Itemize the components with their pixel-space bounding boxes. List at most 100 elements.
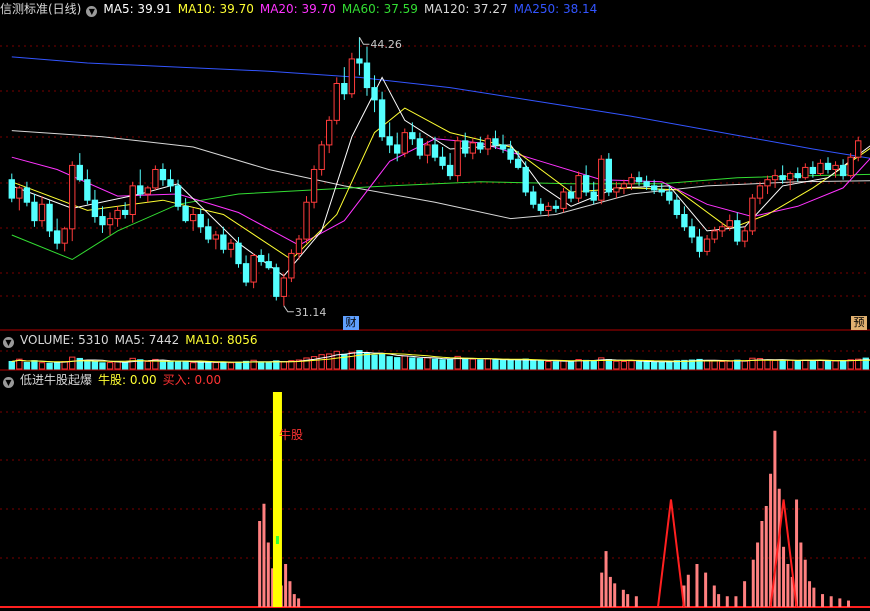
volume-bar	[832, 360, 839, 370]
volume-bar	[227, 362, 235, 370]
indicator-header: ▼ 低进牛股起爆 牛股: 0.00 买入: 0.00	[0, 371, 233, 389]
candle	[341, 83, 348, 95]
volume-bar	[839, 360, 847, 370]
candle	[106, 218, 114, 226]
candle	[499, 144, 507, 150]
volume-bar	[787, 359, 794, 370]
candle	[673, 199, 681, 216]
candle	[250, 254, 257, 283]
candle	[431, 144, 439, 158]
candle	[832, 164, 839, 170]
volume-bar	[280, 361, 288, 370]
chevron-down-icon[interactable]: ▼	[3, 377, 14, 388]
volume-bar	[159, 360, 167, 370]
candle	[477, 142, 484, 150]
legend-ma10: MA10: 39.70	[177, 2, 254, 16]
volume-bar	[545, 360, 552, 370]
candle	[129, 185, 136, 216]
candle	[484, 138, 492, 150]
volume-bar	[129, 357, 136, 370]
volume-bar	[794, 360, 801, 370]
volume-bar	[514, 360, 522, 370]
ma-legend: MA5: 39.91 MA10: 39.70 MA20: 39.70 MA60: 37…	[103, 2, 603, 16]
candle	[378, 99, 386, 138]
candle	[855, 140, 862, 158]
volume-bar	[507, 359, 514, 370]
candle	[46, 203, 53, 232]
candle	[514, 158, 522, 168]
candle	[363, 62, 371, 89]
candle	[492, 138, 499, 146]
candle	[394, 144, 401, 154]
candle	[658, 189, 665, 193]
candle	[567, 191, 575, 199]
candle	[144, 187, 151, 195]
legend-ma60: MA60: 37.59	[341, 2, 418, 16]
candle	[462, 140, 469, 154]
volume-bar	[265, 362, 272, 370]
volume-bar	[439, 359, 446, 370]
indicator-title: 低进牛股起爆	[20, 373, 93, 387]
candle	[681, 214, 688, 228]
candle	[650, 185, 658, 191]
candle	[711, 230, 718, 240]
badge-yu[interactable]: 预	[851, 316, 867, 330]
ind-legend-牛股: 牛股: 0.00	[98, 373, 157, 387]
candle	[318, 144, 325, 170]
volume-bar	[99, 362, 106, 370]
volume-bar	[69, 356, 76, 370]
volume-bar	[356, 350, 363, 370]
volume-bar	[431, 358, 439, 370]
candle	[446, 164, 454, 177]
candle	[824, 162, 832, 170]
volume-bar	[144, 360, 151, 370]
candle	[371, 87, 378, 101]
volume-bar	[371, 354, 378, 370]
candle	[227, 242, 235, 250]
candle	[386, 136, 393, 146]
candle	[38, 203, 46, 222]
chevron-down-icon[interactable]: ▼	[86, 6, 98, 17]
candle	[741, 230, 749, 242]
candle	[552, 205, 560, 209]
volume-bar	[462, 357, 469, 370]
candle	[61, 228, 68, 244]
candle	[8, 179, 15, 199]
candle	[220, 234, 227, 250]
candle	[152, 168, 159, 189]
volume-bar	[257, 361, 265, 370]
badge-cai[interactable]: 财	[343, 316, 359, 330]
candle	[265, 261, 272, 269]
volume-bar	[560, 360, 567, 370]
chevron-down-icon[interactable]: ▼	[3, 337, 14, 348]
volume-bar	[8, 360, 15, 370]
candle	[643, 181, 650, 187]
candle	[23, 187, 31, 203]
candle	[560, 191, 567, 209]
candle	[756, 185, 764, 199]
volume-bar	[348, 351, 356, 370]
volume-bar	[650, 361, 658, 370]
candle	[159, 168, 167, 181]
candle	[121, 209, 129, 216]
bull-signal-bar	[272, 392, 282, 607]
vol-legend-ma5: MA5: 7442	[114, 333, 180, 347]
candle	[666, 191, 673, 201]
candle	[688, 226, 696, 238]
volume-bar	[643, 361, 650, 370]
volume-bar	[522, 358, 529, 370]
volume-bar	[628, 360, 635, 370]
candle	[605, 158, 613, 193]
volume-bar	[106, 362, 114, 370]
volume-bar	[620, 360, 628, 370]
volume-bar	[174, 361, 182, 370]
vol-legend-ma10: MA10: 8056	[185, 333, 258, 347]
candle	[326, 119, 333, 146]
candle	[779, 175, 786, 181]
volume-bar	[416, 358, 424, 370]
volume-bar	[409, 357, 416, 370]
candle	[174, 185, 182, 207]
ma-line-ma250	[11, 56, 870, 159]
volume-header: ▼ VOLUME: 5310 MA5: 7442 MA10: 8056	[0, 331, 269, 349]
candle	[53, 230, 61, 244]
